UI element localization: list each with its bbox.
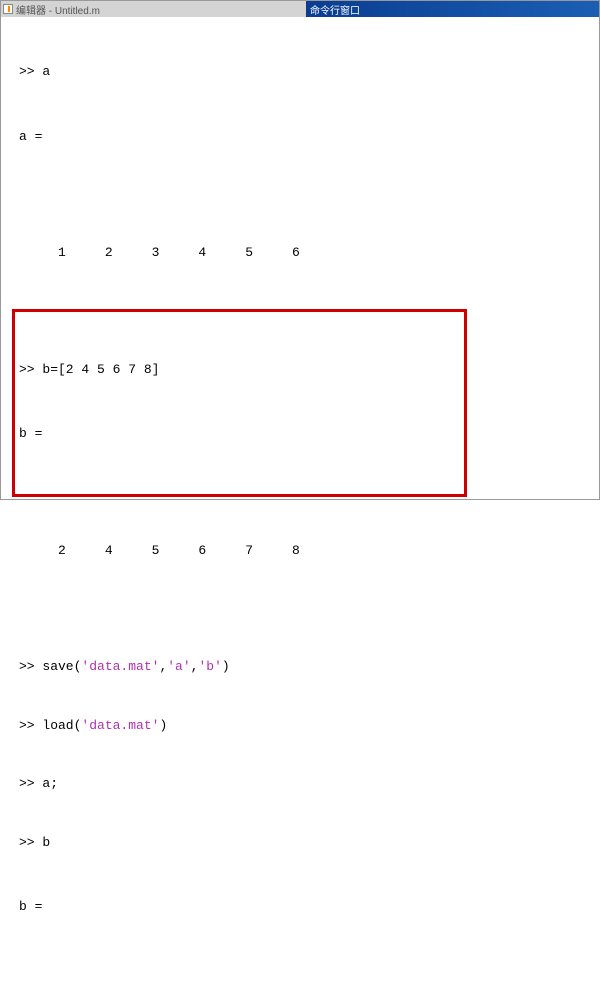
console-line	[19, 185, 595, 204]
console-line: >> load('data.mat')	[19, 716, 595, 736]
console-line	[19, 302, 595, 321]
editor-file-icon	[3, 4, 13, 14]
console-line: 1 2 3 4 5 6	[19, 243, 595, 263]
console-line: >> b=[2 4 5 6 7 8]	[19, 360, 595, 380]
console-line: >> a	[19, 62, 595, 82]
console-line: 2 4 5 6 7 8	[19, 541, 595, 561]
command-window-title: 命令行窗口	[306, 2, 360, 17]
console-line: b =	[19, 424, 595, 444]
title-bar: 编辑器 - Untitled.m 命令行窗口	[1, 1, 599, 17]
title-left-section: 编辑器 - Untitled.m	[1, 2, 306, 17]
console-line	[19, 956, 595, 975]
console-line: >> b	[19, 833, 595, 853]
console-line: >> save('data.mat','a','b')	[19, 657, 595, 677]
command-window[interactable]: >> a a = 1 2 3 4 5 6 >> b=[2 4 5 6 7 8] …	[1, 17, 599, 1000]
console-line: a =	[19, 127, 595, 147]
editor-title: 编辑器 - Untitled.m	[16, 2, 100, 17]
console-line	[19, 483, 595, 502]
console-line: >> a;	[19, 774, 595, 794]
console-line	[19, 599, 595, 618]
console-line: b =	[19, 897, 595, 917]
